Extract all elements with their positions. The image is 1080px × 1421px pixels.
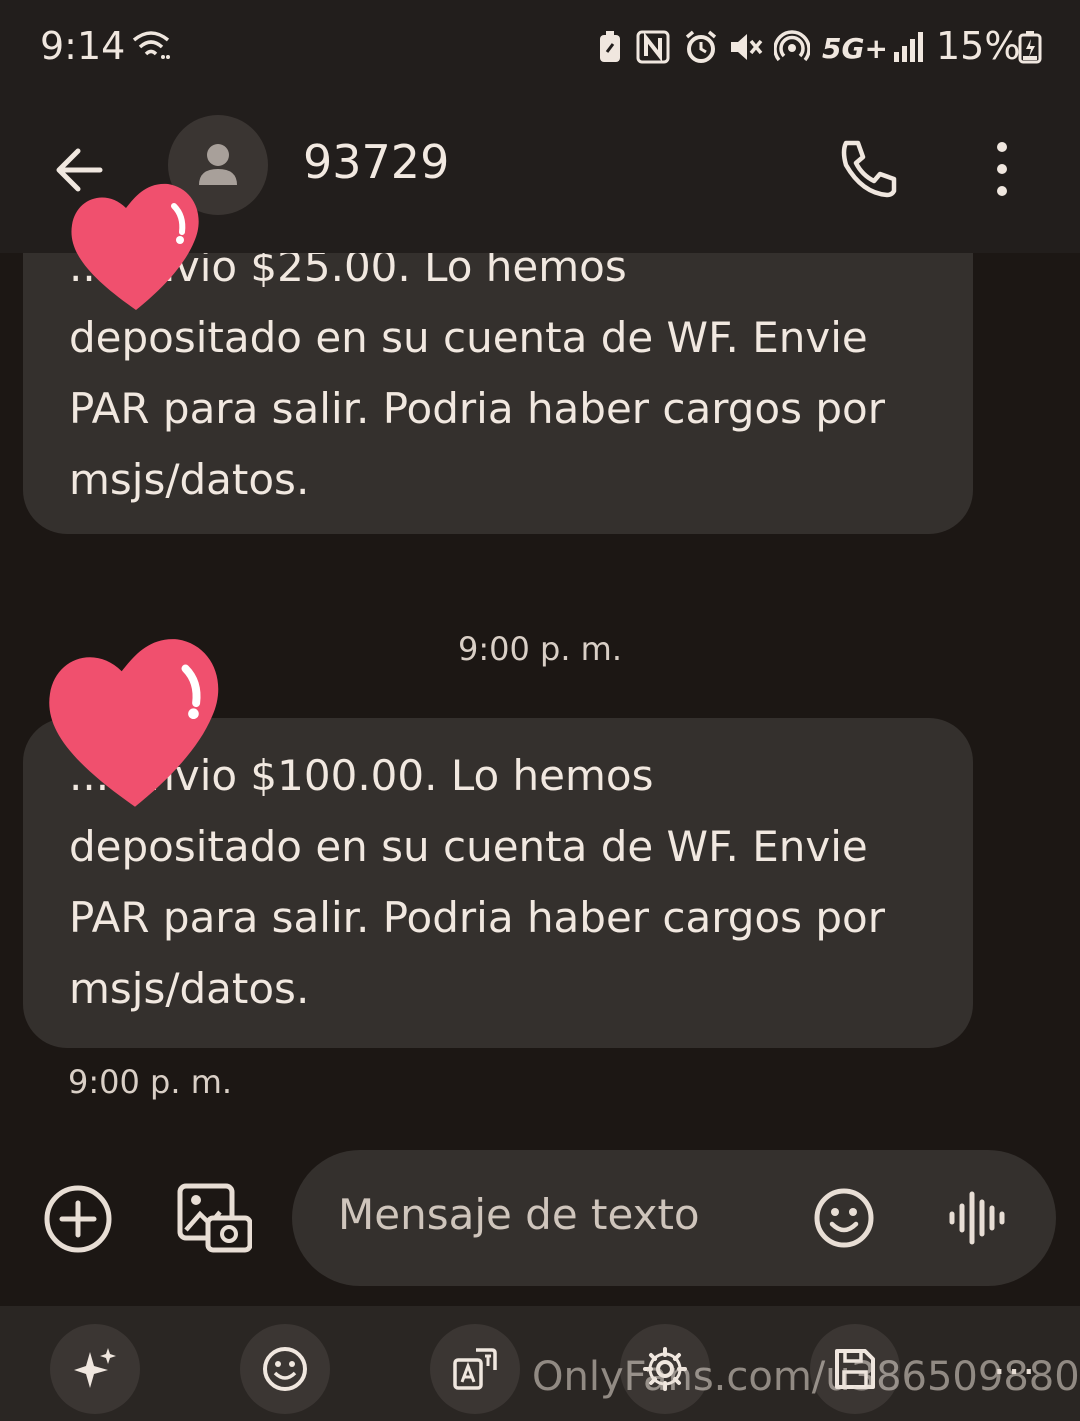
message-input[interactable]: Mensaje de texto [292, 1150, 1056, 1286]
battery-level: 15% [936, 24, 1021, 68]
signal-icon [894, 32, 923, 62]
mute-icon [731, 34, 763, 60]
ai-button[interactable] [50, 1324, 140, 1414]
emoji-icon [263, 1347, 307, 1391]
emoji-icon[interactable] [812, 1186, 876, 1250]
contact-name[interactable]: 93729 [303, 135, 449, 189]
status-bar: 9:14 5G+ 15% [0, 0, 1080, 95]
nfc-icon [636, 30, 670, 64]
message-timestamp: 9:00 p. m. [68, 1063, 233, 1101]
add-circle-icon[interactable] [42, 1183, 114, 1255]
phone-icon[interactable] [832, 133, 904, 205]
watermark-text: OnlyFans.com/u386509880 [532, 1354, 1080, 1400]
alarm-icon [685, 30, 717, 63]
battery-saver-icon [600, 31, 620, 62]
heart-sticker-icon [71, 183, 199, 310]
sparkle-icon [74, 1348, 116, 1388]
translate-icon [453, 1348, 497, 1390]
more-vert-icon[interactable] [970, 133, 1034, 205]
voice-wave-icon[interactable] [944, 1186, 1008, 1250]
emoji-button[interactable] [240, 1324, 330, 1414]
status-time: 9:14 [40, 24, 126, 68]
message-input-placeholder: Mensaje de texto [338, 1190, 700, 1239]
gallery-camera-icon[interactable] [176, 1182, 252, 1254]
wifi-icon [132, 31, 170, 59]
battery-charging-icon [1018, 31, 1042, 64]
5g-icon: 5G+ [822, 32, 888, 65]
heart-sticker-icon [49, 639, 219, 807]
hotspot-icon [774, 30, 810, 62]
translate-button[interactable] [430, 1324, 520, 1414]
